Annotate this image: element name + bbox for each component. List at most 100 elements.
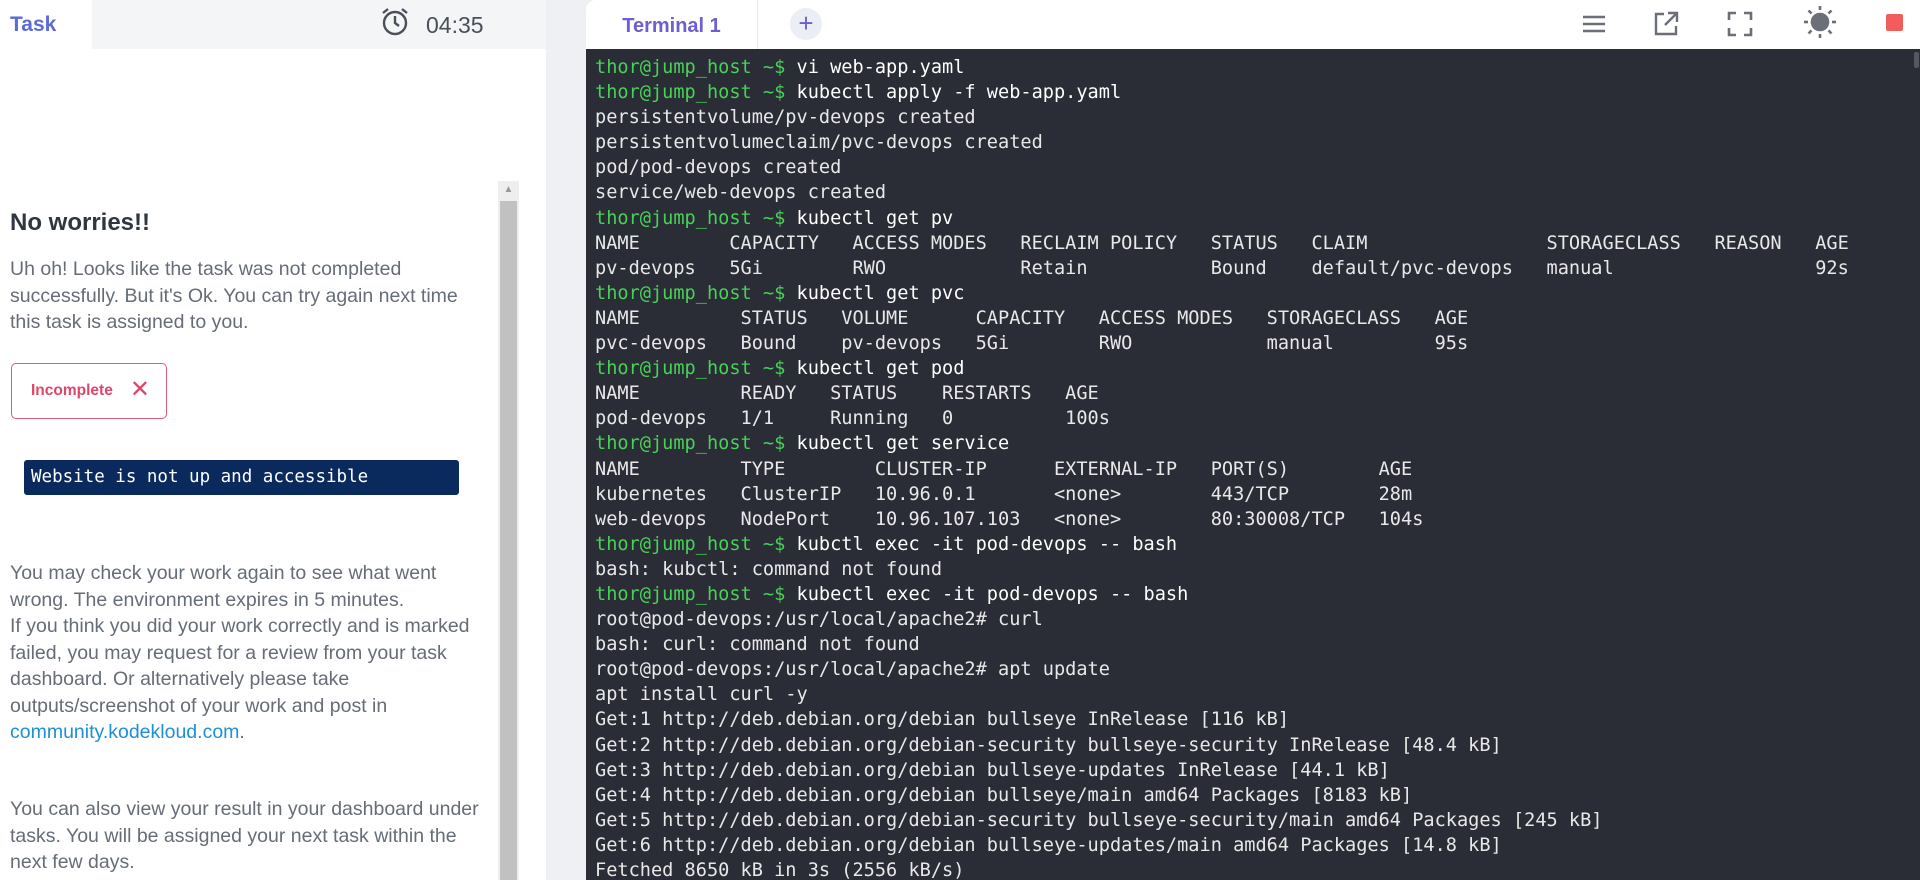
theme-icon[interactable] (1802, 4, 1838, 40)
shell-command: kubctl exec -it pod-devops -- bash (796, 533, 1178, 555)
terminal-line: NAME STATUS VOLUME CAPACITY ACCESS MODES… (595, 306, 1849, 331)
timer-value: 04:35 (426, 11, 484, 38)
command-output: root@pod-devops:/usr/local/apache2# curl (595, 609, 1043, 631)
tab-terminal-1[interactable]: Terminal 1 (586, 0, 758, 49)
status-badge-label: Incomplete (31, 382, 113, 399)
command-output: Fetched 8650 kB in 3s (2556 kB/s) (595, 860, 965, 880)
terminal-line: web-devops NodePort 10.96.107.103 <none>… (595, 507, 1849, 532)
community-link[interactable]: community.kodekloud.com (10, 721, 239, 743)
terminal-line: Fetched 8650 kB in 3s (2556 kB/s) (595, 858, 1849, 880)
terminal-line: pvc-devops Bound pv-devops 5Gi RWO manua… (595, 331, 1849, 356)
terminal-line: pod/pod-devops created (595, 155, 1849, 180)
terminal-line: Get:2 http://deb.debian.org/debian-secur… (595, 733, 1849, 758)
command-output: NAME READY STATUS RESTARTS AGE (595, 383, 1099, 405)
shell-command: kubectl get service (796, 433, 1010, 455)
terminal-line: Get:1 http://deb.debian.org/debian bulls… (595, 707, 1849, 732)
command-output: bash: kubctl: command not found (595, 558, 943, 580)
command-output: Get:5 http://deb.debian.org/debian-secur… (595, 809, 1603, 831)
open-external-icon[interactable] (1650, 8, 1682, 40)
command-output: NAME CAPACITY ACCESS MODES RECLAIM POLIC… (595, 232, 1849, 254)
terminal-line: thor@jump_host ~$ kubectl apply -f web-a… (595, 80, 1849, 105)
terminal-line: thor@jump_host ~$ kubctl exec -it pod-de… (595, 532, 1849, 557)
terminal-scrollbar[interactable] (1912, 49, 1920, 880)
command-output: Get:1 http://deb.debian.org/debian bulls… (595, 709, 1290, 731)
terminal-line: persistentvolume/pv-devops created (595, 105, 1849, 130)
terminal-line: bash: curl: command not found (595, 632, 1849, 657)
terminal-line: NAME READY STATUS RESTARTS AGE (595, 381, 1849, 406)
terminal-line: pv-devops 5Gi RWO Retain Bound default/p… (595, 256, 1849, 281)
command-output: Get:6 http://deb.debian.org/debian bulls… (595, 834, 1502, 856)
shell-command: kubectl apply -f web-app.yaml (796, 82, 1122, 104)
shell-prompt: thor@jump_host ~$ (595, 583, 797, 605)
timer: 04:35 (378, 8, 484, 42)
task-panel: Task 04:35 No worries!! Uh oh! Looks lik… (0, 0, 546, 880)
scroll-up-arrow-icon[interactable]: ▲ (498, 181, 519, 199)
terminal-line: NAME TYPE CLUSTER-IP EXTERNAL-IP PORT(S)… (595, 457, 1849, 482)
shell-prompt: thor@jump_host ~$ (595, 433, 797, 455)
tab-task[interactable]: Task (0, 0, 92, 49)
terminal-line: service/web-devops created (595, 180, 1849, 205)
terminal-lines: thor@jump_host ~$ vi web-app.yaml thor@ju… (595, 55, 1849, 880)
terminal-output[interactable]: thor@jump_host ~$ vi web-app.yaml thor@ju… (586, 49, 1920, 880)
command-output: NAME TYPE CLUSTER-IP EXTERNAL-IP PORT(S)… (595, 458, 1413, 480)
panel-divider (546, 0, 586, 880)
terminal-line: Get:4 http://deb.debian.org/debian bulls… (595, 783, 1849, 808)
fullscreen-icon[interactable] (1724, 8, 1756, 40)
add-tab-button[interactable]: + (790, 8, 822, 40)
command-output: pod-devops 1/1 Running 0 100s (595, 408, 1110, 430)
command-output: pv-devops 5Gi RWO Retain Bound default/p… (595, 257, 1849, 279)
shell-command: kubectl get pvc (796, 282, 965, 304)
command-output: Get:4 http://deb.debian.org/debian bulls… (595, 784, 1413, 806)
command-output: apt install curl -y (595, 684, 808, 706)
panel-scrollbar-thumb[interactable] (500, 201, 517, 880)
menu-icon[interactable] (1578, 8, 1610, 40)
shell-prompt: thor@jump_host ~$ (595, 207, 797, 229)
command-output: NAME STATUS VOLUME CAPACITY ACCESS MODES… (595, 307, 1469, 329)
shell-command: kubectl get pv (796, 207, 954, 229)
command-output: persistentvolumeclaim/pvc-devops created (595, 132, 1043, 154)
terminal-line: root@pod-devops:/usr/local/apache2# curl (595, 607, 1849, 632)
terminal-line: Get:6 http://deb.debian.org/debian bulls… (595, 833, 1849, 858)
shell-command: kubectl exec -it pod-devops -- bash (796, 583, 1189, 605)
shell-prompt: thor@jump_host ~$ (595, 533, 797, 555)
status-badge: Incomplete ✕ (11, 363, 167, 419)
terminal-line: thor@jump_host ~$ kubectl get service (595, 431, 1849, 456)
shell-prompt: thor@jump_host ~$ (595, 82, 797, 104)
close-icon: ✕ (129, 376, 150, 403)
command-output: bash: curl: command not found (595, 634, 920, 656)
terminal-line: thor@jump_host ~$ kubectl get pod (595, 356, 1849, 381)
command-output: persistentvolume/pv-devops created (595, 107, 976, 129)
terminal-line: root@pod-devops:/usr/local/apache2# apt … (595, 657, 1849, 682)
terminal-line: pod-devops 1/1 Running 0 100s (595, 406, 1849, 431)
terminal-line: thor@jump_host ~$ kubectl get pv (595, 206, 1849, 231)
terminal-line: Get:5 http://deb.debian.org/debian-secur… (595, 808, 1849, 833)
command-output: pvc-devops Bound pv-devops 5Gi RWO manua… (595, 333, 1469, 355)
shell-prompt: thor@jump_host ~$ (595, 282, 797, 304)
review-text: If you think you did your work correctly… (10, 613, 490, 746)
terminal-line: NAME CAPACITY ACCESS MODES RECLAIM POLIC… (595, 231, 1849, 256)
command-output: kubernetes ClusterIP 10.96.0.1 <none> 44… (595, 483, 1413, 505)
shell-prompt: thor@jump_host ~$ (595, 57, 797, 78)
result-message: Uh oh! Looks like the task was not compl… (10, 258, 458, 333)
terminal-line: thor@jump_host ~$ vi web-app.yaml (595, 55, 1849, 80)
terminal-line: Get:3 http://deb.debian.org/debian bulls… (595, 758, 1849, 783)
dashboard-text: You can also view your result in your da… (10, 798, 479, 873)
shell-command: vi web-app.yaml (796, 57, 965, 78)
check-again-text: You may check your work again to see wha… (10, 562, 437, 611)
result-title: No worries!! (10, 209, 151, 236)
terminal-scrollbar-thumb[interactable] (1914, 52, 1919, 68)
alarm-clock-icon (378, 5, 412, 45)
command-output: service/web-devops created (595, 182, 887, 204)
terminal-line: persistentvolumeclaim/pvc-devops created (595, 130, 1849, 155)
command-output: Get:3 http://deb.debian.org/debian bulls… (595, 759, 1390, 781)
terminal-line: bash: kubctl: command not found (595, 557, 1849, 582)
stop-icon[interactable] (1886, 14, 1903, 31)
command-output: root@pod-devops:/usr/local/apache2# apt … (595, 659, 1110, 681)
error-message: Website is not up and accessible (24, 460, 459, 495)
terminal-line: apt install curl -y (595, 682, 1849, 707)
review-text-body: If you think you did your work correctly… (10, 615, 470, 717)
shell-command: kubectl get pod (796, 358, 965, 380)
terminal-line: thor@jump_host ~$ kubectl get pvc (595, 281, 1849, 306)
command-output: pod/pod-devops created (595, 157, 842, 179)
command-output: Get:2 http://deb.debian.org/debian-secur… (595, 734, 1502, 756)
